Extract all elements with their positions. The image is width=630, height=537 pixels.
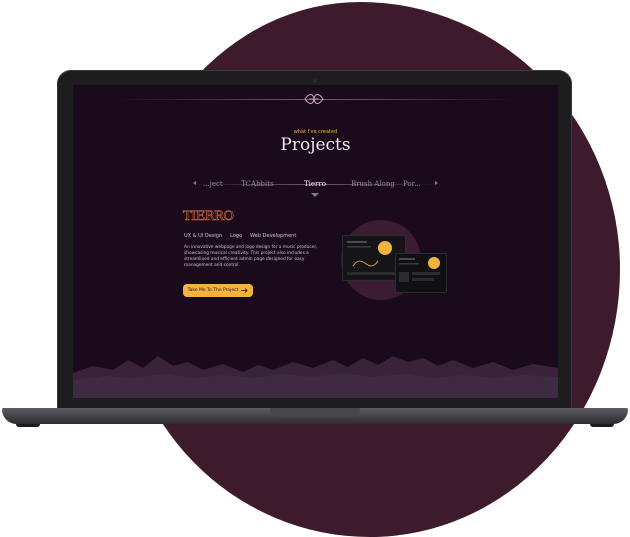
arrow-right-icon xyxy=(241,288,248,293)
project-description: An innovative webpage and logo design fo… xyxy=(184,245,318,268)
tab-next-project[interactable]: Por... xyxy=(403,180,421,188)
laptop-screen: what I've created Projects ...ject TCAbb… xyxy=(73,85,558,398)
tab-tierro[interactable]: Tierro xyxy=(304,180,326,188)
active-tab-indicator-icon xyxy=(311,193,319,197)
mountain-silhouette xyxy=(73,356,558,398)
ornament-icon xyxy=(304,94,324,104)
cta-label: Take Me To The Project xyxy=(187,288,239,293)
project-cta-button[interactable]: Take Me To The Project xyxy=(183,284,253,297)
tab-prev-project[interactable]: ...ject xyxy=(203,180,223,188)
laptop-foot-left xyxy=(16,424,40,427)
project-screenshot-admin xyxy=(395,253,447,293)
project-tag: UX & UI Design xyxy=(184,233,223,239)
project-tag: Logo xyxy=(230,233,243,239)
laptop-notch xyxy=(270,408,360,417)
project-tag: Web Development xyxy=(250,233,297,239)
tab-brush-along[interactable]: Brush Along xyxy=(351,180,395,188)
tabs-prev-icon[interactable] xyxy=(193,181,196,185)
tabs-next-icon[interactable] xyxy=(435,181,438,185)
screenshot-content xyxy=(347,241,399,275)
section-title: Projects xyxy=(280,135,351,155)
laptop-camera xyxy=(313,79,317,83)
project-logo: TIERRO xyxy=(183,209,235,225)
tab-tcabbits[interactable]: TCAbbits xyxy=(241,180,274,188)
laptop-foot-right xyxy=(590,424,614,427)
admin-content xyxy=(399,258,440,282)
project-tags: UX & UI Design Logo Web Development xyxy=(184,233,296,239)
